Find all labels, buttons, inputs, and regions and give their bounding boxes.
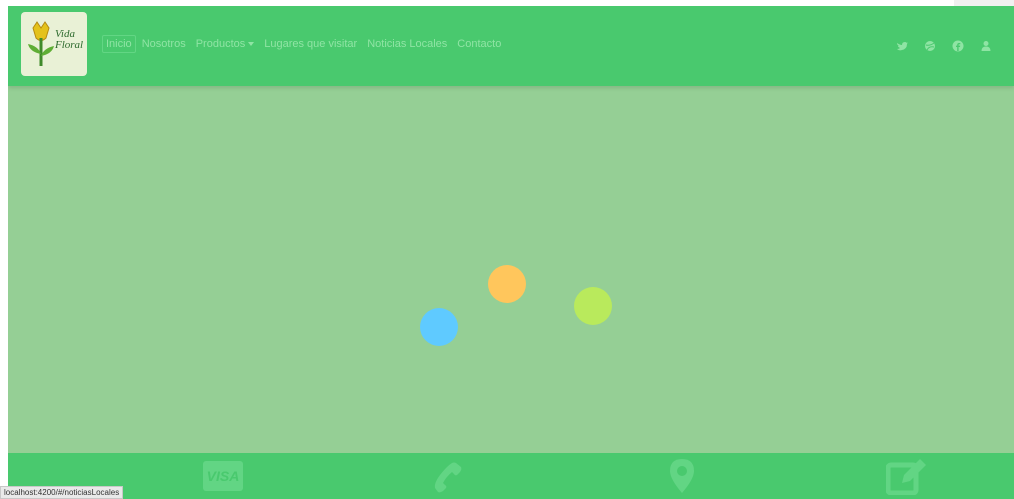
nav-item-inicio[interactable]: Inicio [102,35,136,53]
user-icon[interactable] [980,39,992,51]
loader-dot-orange [488,265,526,303]
caret-down-icon [248,42,255,47]
page: Vida Floral Inicio Nosotros Productos Lu… [8,6,1014,499]
status-bar-url: localhost:4200/#/noticiasLocales [0,486,124,499]
phone-icon [434,461,464,498]
edit-icon [885,457,928,499]
nav-item-contacto[interactable]: Contacto [453,35,505,53]
nav-item-nosotros[interactable]: Nosotros [138,35,190,53]
dribbble-icon[interactable] [924,39,936,51]
visa-icon: VISA [203,461,243,491]
main-nav: Inicio Nosotros Productos Lugares que vi… [102,35,507,53]
nav-item-lugares[interactable]: Lugares que visitar [260,35,361,53]
loader-dot-lime [574,287,612,325]
brand-text-line2: Floral [55,39,84,51]
social-links [880,39,992,52]
brand-text: Vida Floral [55,29,83,51]
brand-logo[interactable]: Vida Floral [21,12,87,76]
visa-label: VISA [206,468,240,484]
loader-dot-blue [420,308,458,346]
nav-item-productos[interactable]: Productos [192,35,259,53]
nav-item-productos-label: Productos [195,38,246,50]
facebook-icon[interactable] [952,39,964,52]
footer: VISA [8,453,1014,499]
twitter-icon[interactable] [896,39,908,51]
nav-item-noticias[interactable]: Noticias Locales [363,35,451,53]
navbar: Vida Floral Inicio Nosotros Productos Lu… [8,6,1014,86]
map-marker-icon [670,459,694,498]
